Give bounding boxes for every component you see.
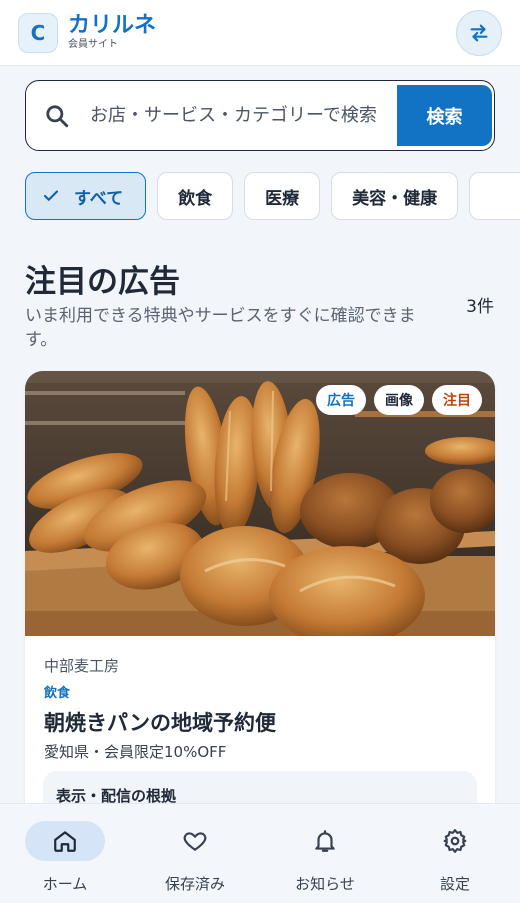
nav-settings[interactable]: 設定 — [390, 804, 520, 903]
badge-image: 画像 — [374, 385, 424, 415]
featured-ad-card[interactable]: 広告 画像 注目 中部麦工房 飲食 朝焼きパンの地域予約便 愛知県・会員限定10… — [25, 371, 495, 831]
switch-button[interactable] — [456, 10, 502, 56]
search-icon — [42, 101, 72, 131]
gear-icon — [415, 821, 495, 861]
shop-name: 中部麦工房 — [44, 657, 120, 675]
card-category: 飲食 — [44, 686, 71, 701]
search-bar: 検索 — [25, 80, 495, 151]
nav-saved[interactable]: 保存済み — [130, 804, 260, 903]
bread-image: 広告 画像 注目 — [25, 371, 495, 636]
nav-home[interactable]: ホーム — [0, 804, 130, 903]
home-icon — [25, 821, 105, 861]
section-title: 注目の広告 — [25, 264, 180, 300]
swap-arrows-icon — [470, 24, 488, 42]
check-icon — [42, 187, 60, 205]
card-title[interactable]: 朝焼きパンの地域予約便 — [44, 707, 276, 737]
nav-label: 設定 — [439, 875, 470, 893]
chip-label: 飲食 — [178, 188, 213, 209]
chip-more[interactable] — [469, 172, 520, 220]
chip-food[interactable]: 飲食 — [157, 172, 234, 220]
search-input[interactable] — [90, 105, 390, 126]
chip-all[interactable]: すべて — [25, 172, 147, 220]
chip-medical[interactable]: 医療 — [244, 172, 321, 220]
badge-ad: 広告 — [316, 385, 366, 415]
brand-subtitle: 会員サイト — [68, 39, 118, 50]
chip-label: 医療 — [265, 188, 300, 209]
nav-label: 保存済み — [164, 875, 225, 893]
nav-label: ホーム — [42, 875, 88, 893]
category-chips: すべて 飲食 医療 美容・健康 — [25, 172, 520, 220]
app-header: C カリルネ 会員サイト — [0, 0, 520, 66]
bottom-nav: ホーム 保存済み お知らせ 設定 — [0, 803, 520, 903]
nav-notifications[interactable]: お知らせ — [260, 804, 390, 903]
heart-icon — [155, 821, 235, 861]
nav-label: お知らせ — [295, 875, 355, 893]
section-description: いま利用できる特典やサービスをすぐに確認できます。 — [25, 306, 416, 350]
chip-label: すべて — [74, 188, 124, 209]
brand[interactable]: カリルネ 会員サイト — [68, 14, 156, 51]
result-count: 3件 — [466, 297, 494, 317]
chip-label: 美容・健康 — [352, 188, 438, 209]
card-badges: 広告 画像 注目 — [316, 385, 482, 415]
bell-icon — [285, 821, 365, 861]
brand-name: カリルネ — [68, 13, 157, 38]
logo-icon[interactable]: C — [18, 12, 58, 53]
chip-beauty-health[interactable]: 美容・健康 — [331, 172, 459, 220]
card-meta: 愛知県・会員限定10%OFF — [44, 743, 227, 761]
search-button[interactable]: 検索 — [397, 85, 492, 146]
badge-featured: 注目 — [432, 385, 482, 415]
